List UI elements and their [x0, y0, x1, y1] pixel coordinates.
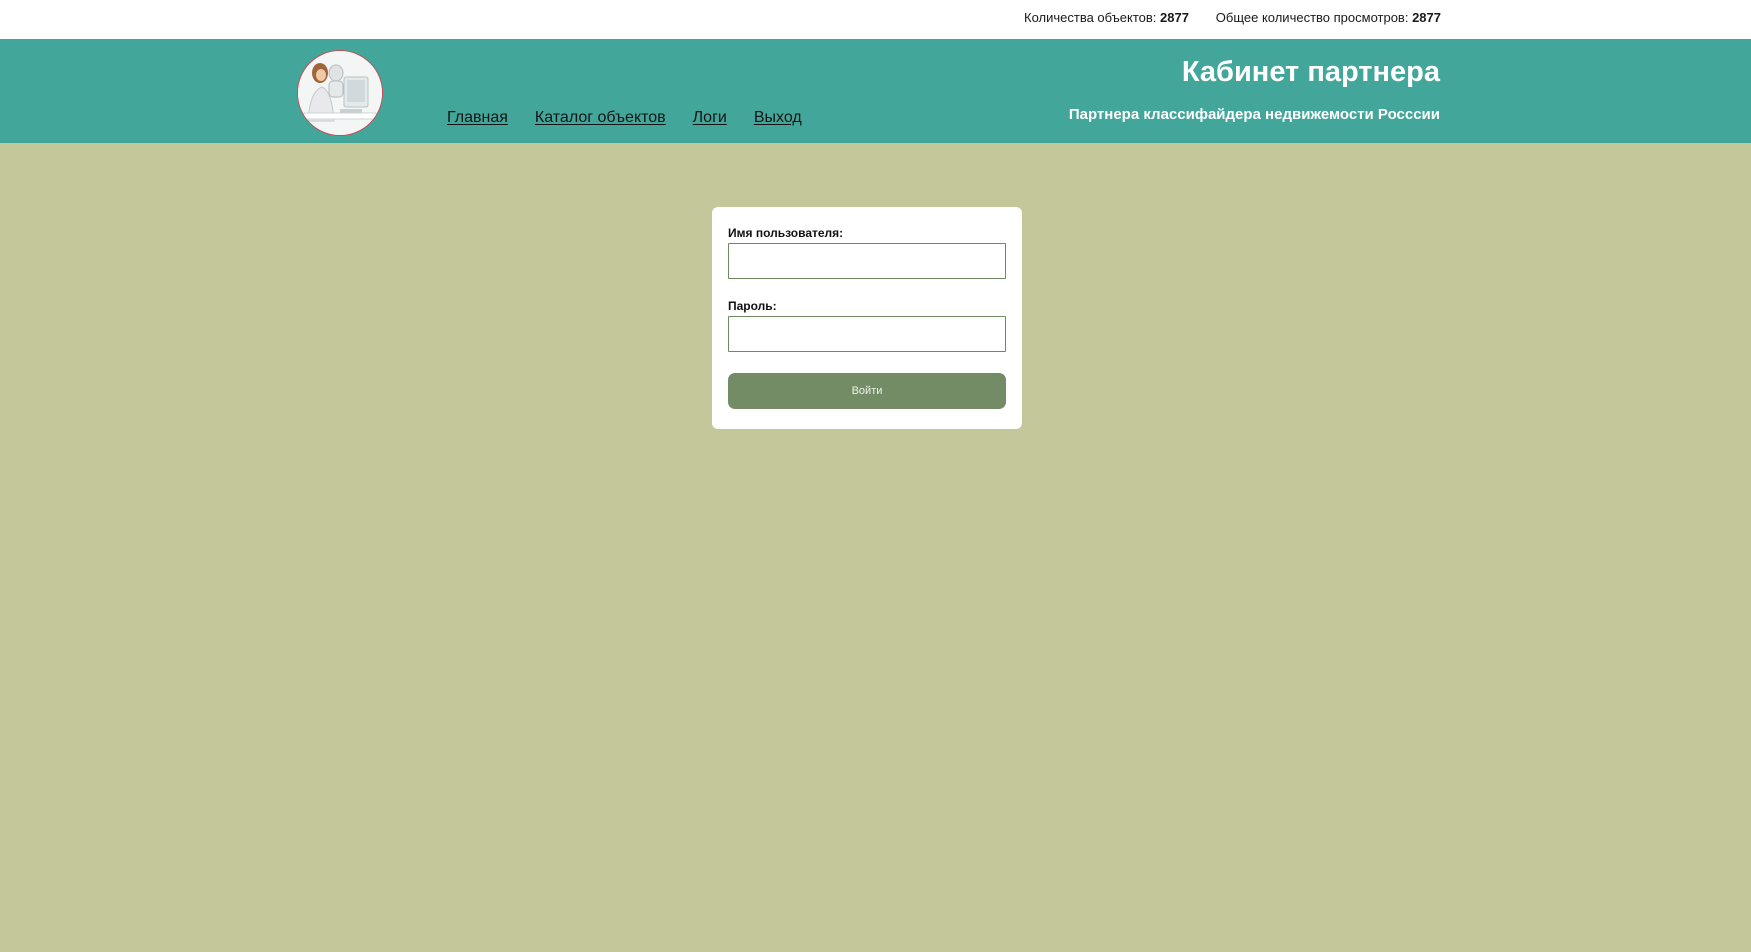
- logo-illustration: [298, 51, 382, 135]
- nav-item-catalog: Каталог объектов: [535, 108, 666, 128]
- login-form: Имя пользователя: Пароль: Войти: [712, 207, 1022, 429]
- nav-link-logs[interactable]: Логи: [693, 109, 727, 126]
- views-count-stat: Общее количество просмотров: 2877: [1216, 10, 1441, 26]
- views-count-value: 2877: [1412, 10, 1441, 25]
- password-label: Пароль:: [728, 299, 777, 313]
- nav-link-logout[interactable]: Выход: [754, 109, 802, 126]
- objects-count-label: Количества объектов:: [1024, 10, 1157, 25]
- username-input[interactable]: [728, 243, 1006, 279]
- nav-link-home[interactable]: Главная: [447, 109, 508, 126]
- partner-logo-icon[interactable]: [297, 50, 383, 136]
- objects-count-value: 2877: [1160, 10, 1189, 25]
- login-button[interactable]: Войти: [728, 373, 1006, 409]
- page-subtitle: Партнера классифайдера недвижемости Росс…: [1068, 106, 1440, 123]
- nav-item-home: Главная: [447, 108, 508, 128]
- views-count-label: Общее количество просмотров:: [1215, 10, 1409, 25]
- nav-item-logs: Логи: [693, 108, 727, 128]
- password-input[interactable]: [728, 316, 1006, 352]
- stats-bar: Количества объектов: 2877 Общее количест…: [0, 0, 1751, 39]
- username-label: Имя пользователя:: [728, 226, 844, 240]
- nav-link-catalog[interactable]: Каталог объектов: [535, 109, 666, 126]
- nav-item-logout: Выход: [754, 108, 802, 128]
- main-nav: Главная Каталог объектов Логи Выход: [447, 108, 802, 128]
- page-title: Кабинет партнера: [1181, 56, 1440, 88]
- objects-count-stat: Количества объектов: 2877: [1024, 10, 1189, 26]
- site-header: Главная Каталог объектов Логи Выход Каби…: [0, 39, 1751, 143]
